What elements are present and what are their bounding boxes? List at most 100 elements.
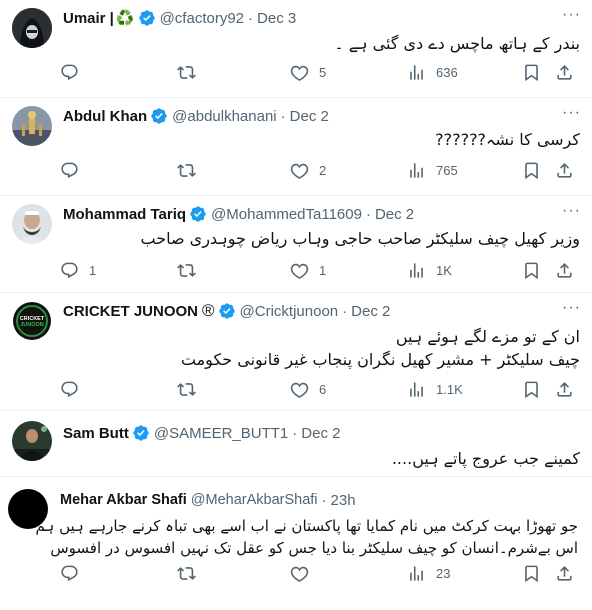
handle[interactable]: @SAMEER_BUTT1 [154, 425, 288, 442]
view-count: 1.1K [436, 381, 463, 397]
verified-icon [218, 302, 236, 320]
avatar[interactable]: CRICKET JUNOON [12, 301, 52, 341]
view-count: 23 [436, 565, 451, 581]
handle[interactable]: @Cricktjunoon [240, 303, 339, 320]
timestamp[interactable]: Dec 2 [375, 206, 414, 223]
reply-button[interactable]: 1 [60, 260, 96, 280]
timestamp[interactable]: 23h [331, 492, 356, 509]
heart-icon [290, 382, 309, 398]
retweet-button[interactable] [177, 62, 206, 82]
views-button[interactable]: 1K [407, 260, 452, 280]
tweet-header: Sam Butt @SAMEER_BUTT1 · Dec 2 [63, 423, 340, 443]
bookmark-icon [525, 381, 538, 398]
more-options-icon[interactable]: ··· [562, 203, 580, 222]
views-button[interactable]: 636 [407, 62, 458, 82]
reply-icon [61, 565, 78, 581]
display-name[interactable]: Umair | [63, 10, 114, 27]
bookmark-button[interactable] [522, 260, 541, 280]
handle[interactable]: @cfactory92 [160, 10, 244, 27]
like-button[interactable]: 1 [290, 260, 326, 280]
retweet-button[interactable] [177, 563, 206, 583]
views-button[interactable]: 1.1K [407, 379, 463, 399]
action-bar: 23 [60, 563, 580, 583]
views-icon [410, 162, 423, 178]
like-button[interactable]: 5 [290, 62, 326, 82]
display-name[interactable]: Abdul Khan [63, 108, 147, 125]
timestamp[interactable]: Dec 2 [351, 303, 390, 320]
more-options-icon[interactable]: ··· [562, 7, 580, 26]
reply-icon [61, 162, 78, 178]
share-icon [557, 64, 572, 80]
svg-text:JUNOON: JUNOON [20, 322, 44, 328]
action-bar: 2 765 [60, 160, 580, 180]
more-options-icon[interactable]: ··· [562, 300, 580, 319]
separator-dot: · [365, 205, 371, 223]
more-options-icon[interactable]: ··· [562, 105, 580, 124]
verified-icon [150, 107, 168, 125]
tweet[interactable]: CRICKET JUNOON CRICKET JUNOON ® @Cricktju… [0, 293, 592, 411]
tweet-text: ان کے تو مزے لگے ہوئے ہیں چیف سلیکٹر + م… [181, 325, 580, 371]
share-button[interactable] [555, 379, 574, 399]
handle[interactable]: @MeharAkbarShafi [191, 492, 318, 508]
tweet-line: جو تھوڑا بہت کرکٹ میں نام کمایا تھا پاکس… [35, 517, 578, 535]
bookmark-button[interactable] [522, 62, 541, 82]
tweet-line: ان کے تو مزے لگے ہوئے ہیں [395, 327, 580, 346]
retweet-button[interactable] [177, 379, 206, 399]
tweet[interactable]: Umair | ♻️ @cfactory92 · Dec 3 ··· بندر … [0, 0, 592, 98]
like-count: 1 [319, 262, 327, 278]
share-icon [557, 162, 572, 178]
separator-dot: · [248, 9, 254, 27]
retweet-button[interactable] [177, 160, 206, 180]
retweet-icon [177, 263, 196, 277]
tweet[interactable]: Mohammad Tariq @MohammedTa11609 · Dec 2 … [0, 196, 592, 293]
registered-mark: ® [202, 301, 215, 320]
share-button[interactable] [555, 62, 574, 82]
share-button[interactable] [555, 563, 574, 583]
heart-icon [290, 566, 309, 582]
tweet-line: اس بےشرم۔انسان کو چیف سلیکٹر بنا دیا جس … [50, 539, 578, 557]
tweet-line: چیف سلیکٹر + مشیر کھیل نگران پنجاب غیر ق… [180, 350, 580, 369]
share-icon [557, 262, 572, 278]
timestamp[interactable]: Dec 2 [290, 108, 329, 125]
avatar[interactable] [12, 421, 52, 461]
timestamp[interactable]: Dec 3 [257, 10, 296, 27]
tweet[interactable]: Sam Butt @SAMEER_BUTT1 · Dec 2 کمینے جب … [0, 411, 592, 477]
tweet-text: وزیر کھیل چیف سلیکٹر صاحب حاجی وہاب ریاض… [141, 227, 580, 250]
display-name[interactable]: CRICKET JUNOON [63, 303, 198, 320]
tweet-line: وزیر کھیل چیف سلیکٹر صاحب حاجی وہاب ریاض… [140, 229, 580, 248]
avatar[interactable] [12, 204, 52, 244]
bookmark-icon [525, 262, 538, 279]
avatar[interactable] [12, 8, 52, 48]
share-button[interactable] [555, 260, 574, 280]
avatar[interactable] [12, 106, 52, 146]
bookmark-button[interactable] [522, 563, 541, 583]
separator-dot: · [321, 491, 327, 509]
reply-button[interactable] [60, 379, 89, 399]
bookmark-button[interactable] [522, 379, 541, 399]
views-icon [410, 565, 423, 581]
retweet-button[interactable] [177, 260, 206, 280]
tweet-header: Mohammad Tariq @MohammedTa11609 · Dec 2 [63, 204, 414, 224]
handle[interactable]: @abdulkhanani [172, 108, 276, 125]
reply-button[interactable] [60, 563, 89, 583]
retweet-icon [177, 163, 196, 177]
display-name[interactable]: Mohammad Tariq [63, 206, 186, 223]
handle[interactable]: @MohammedTa11609 [211, 206, 362, 223]
like-button[interactable] [290, 563, 319, 583]
display-name[interactable]: Mehar Akbar Shafi [60, 492, 187, 508]
reply-count: 1 [89, 262, 97, 278]
like-button[interactable]: 6 [290, 379, 326, 399]
share-button[interactable] [555, 160, 574, 180]
views-button[interactable]: 765 [407, 160, 458, 180]
heart-icon [290, 263, 309, 279]
timestamp[interactable]: Dec 2 [301, 425, 340, 442]
bookmark-button[interactable] [522, 160, 541, 180]
reply-button[interactable] [60, 160, 89, 180]
tweet[interactable]: Mehar Akbar Shafi @MeharAkbarShafi · 23h… [0, 477, 592, 597]
views-button[interactable]: 23 [407, 563, 450, 583]
like-button[interactable]: 2 [290, 160, 326, 180]
bookmark-icon [525, 162, 538, 179]
reply-button[interactable] [60, 62, 89, 82]
tweet[interactable]: Abdul Khan @abdulkhanani · Dec 2 ··· کرس… [0, 98, 592, 196]
display-name[interactable]: Sam Butt [63, 425, 129, 442]
